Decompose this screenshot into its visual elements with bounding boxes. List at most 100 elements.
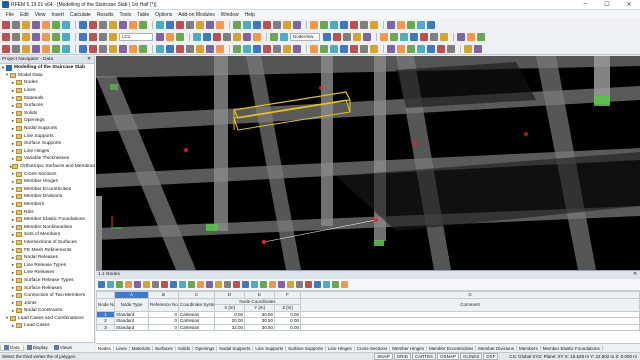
tool-button-icon[interactable] (139, 44, 147, 53)
tree-item-load-cases[interactable]: ▸ Load Cases (0, 322, 95, 330)
tool-button-icon[interactable] (176, 21, 184, 29)
tree-item-nodes[interactable]: ▸ Nodes (0, 79, 95, 87)
table-tab-nodes[interactable]: Nodes (96, 345, 115, 351)
grid-toggle[interactable]: GRID (393, 353, 411, 360)
osnap-toggle[interactable]: OSNAP (437, 353, 459, 360)
tool-button-icon[interactable] (233, 44, 241, 53)
menu-results[interactable]: Results (94, 12, 117, 18)
table-tab-surfaces[interactable]: Surfaces (153, 345, 176, 351)
minimize-button[interactable]: – (574, 1, 596, 8)
tool-button-icon[interactable] (417, 21, 425, 29)
tool-button-icon[interactable] (176, 33, 184, 41)
tool-button-icon[interactable] (119, 21, 127, 29)
tool-button-icon[interactable] (253, 21, 261, 29)
table-tool-icon[interactable] (206, 281, 213, 288)
tool-button-icon[interactable] (417, 44, 425, 53)
tree-item-surfaces[interactable]: ▸ Surfaces (0, 102, 95, 110)
menu-edit[interactable]: Edit (17, 12, 32, 18)
tool-button-icon[interactable] (464, 44, 472, 53)
menu-options[interactable]: Options (152, 12, 175, 18)
menu-calculate[interactable]: Calculate (67, 12, 94, 18)
glines-toggle[interactable]: GLINES (459, 353, 483, 360)
tree-item-member-eccentricities[interactable]: ▸ Member Eccentricities (0, 186, 95, 194)
tool-button-icon[interactable] (283, 44, 291, 53)
tree-item-openings[interactable]: ▸ Openings (0, 117, 95, 125)
tab-display[interactable]: Display (24, 345, 51, 350)
tab-views[interactable]: Views (51, 345, 75, 350)
tree-item-load-cases-combinations[interactable]: ▾ Load Cases and Combinations (0, 315, 95, 323)
tool-button-icon[interactable] (270, 33, 278, 41)
tool-button-icon[interactable] (243, 33, 251, 41)
tool-button-icon[interactable] (156, 33, 164, 41)
tool-button-icon[interactable] (52, 21, 60, 29)
table-tab-member-elastic-foundations[interactable]: Member Elastic Foundations (541, 345, 603, 351)
tree-item-line-supports[interactable]: ▸ Line Supports (0, 132, 95, 140)
tool-button-icon[interactable] (99, 21, 107, 29)
tool-button-icon[interactable] (166, 33, 174, 41)
table-tool-icon[interactable] (305, 281, 312, 288)
tool-button-icon[interactable] (62, 21, 70, 29)
cartes-toggle[interactable]: CARTES (411, 353, 437, 360)
tool-button-icon[interactable] (407, 21, 415, 29)
tool-button-icon[interactable] (89, 21, 97, 29)
table-tool-icon[interactable] (197, 281, 204, 288)
tool-button-icon[interactable] (437, 44, 445, 53)
tool-button-icon[interactable] (193, 33, 201, 41)
tool-button-icon[interactable] (166, 44, 174, 53)
tool-button-icon[interactable] (2, 44, 10, 53)
tool-button-icon[interactable] (62, 44, 70, 53)
tree-item-fe-mesh-refinements[interactable]: ▸ FE Mesh Refinements (0, 246, 95, 254)
tree-item-line-releases[interactable]: ▸ Line Releases (0, 269, 95, 277)
tree-item-joints[interactable]: ▸ Joints (0, 299, 95, 307)
tool-button-icon[interactable] (52, 44, 60, 53)
tree-item-sets-of-members[interactable]: ▸ Sets of Members (0, 231, 95, 239)
table-tool-icon[interactable] (179, 281, 186, 288)
tool-button-icon[interactable] (273, 21, 281, 29)
tree-item-surface-release-types[interactable]: ▸ Surface Release Types (0, 277, 95, 285)
tool-button-icon[interactable] (427, 44, 435, 53)
tool-button-icon[interactable] (12, 21, 20, 29)
tool-button-icon[interactable] (196, 21, 204, 29)
tool-button-icon[interactable] (360, 44, 368, 53)
tool-button-icon[interactable] (283, 21, 291, 29)
tree-item-cross-sections[interactable]: ▸ Cross-Sections (0, 170, 95, 178)
view-combo[interactable]: NodeView (290, 33, 320, 41)
cell-coordinate-system[interactable]: Cartesian (178, 323, 215, 331)
tool-button-icon[interactable] (350, 44, 358, 53)
table-tool-icon[interactable] (233, 281, 240, 288)
tree-item-model-data[interactable]: ▾ Model Data (0, 72, 95, 80)
tree-item-members[interactable]: ▸ Members (0, 201, 95, 209)
tool-button-icon[interactable] (407, 44, 415, 53)
tool-button-icon[interactable] (139, 21, 147, 29)
tool-button-icon[interactable] (333, 33, 341, 41)
tool-button-icon[interactable] (380, 33, 388, 41)
table-tab-lines[interactable]: Lines (114, 345, 130, 351)
table-tool-icon[interactable] (215, 281, 222, 288)
tool-button-icon[interactable] (42, 44, 50, 53)
tree-item-variable-thicknesses[interactable]: ▸ Variable Thicknesses (0, 155, 95, 163)
tool-button-icon[interactable] (12, 33, 20, 41)
menu-tools[interactable]: Tools (117, 12, 135, 18)
tool-button-icon[interactable] (400, 33, 408, 41)
table-tab-member-eccentricities[interactable]: Member Eccentricities (427, 345, 477, 351)
tool-button-icon[interactable] (156, 44, 164, 53)
tool-button-icon[interactable] (109, 44, 117, 53)
tool-button-icon[interactable] (22, 21, 30, 29)
tool-button-icon[interactable] (387, 44, 395, 53)
tool-button-icon[interactable] (42, 33, 50, 41)
tool-button-icon[interactable] (447, 44, 455, 53)
tool-button-icon[interactable] (109, 33, 117, 41)
tool-button-icon[interactable] (99, 44, 107, 53)
tool-button-icon[interactable] (343, 33, 351, 41)
tool-button-icon[interactable] (216, 21, 224, 29)
maximize-button[interactable]: ☐ (596, 1, 618, 8)
tool-button-icon[interactable] (467, 33, 475, 41)
tool-button-icon[interactable] (176, 44, 184, 53)
menu-file[interactable]: File (3, 12, 17, 18)
tool-button-icon[interactable] (12, 44, 20, 53)
tool-button-icon[interactable] (397, 21, 405, 29)
cell-z[interactable]: 0.00 (274, 323, 301, 331)
table-tab-line-hinges[interactable]: Line Hinges (326, 345, 355, 351)
tool-button-icon[interactable] (216, 44, 224, 53)
table-tool-icon[interactable] (242, 281, 249, 288)
